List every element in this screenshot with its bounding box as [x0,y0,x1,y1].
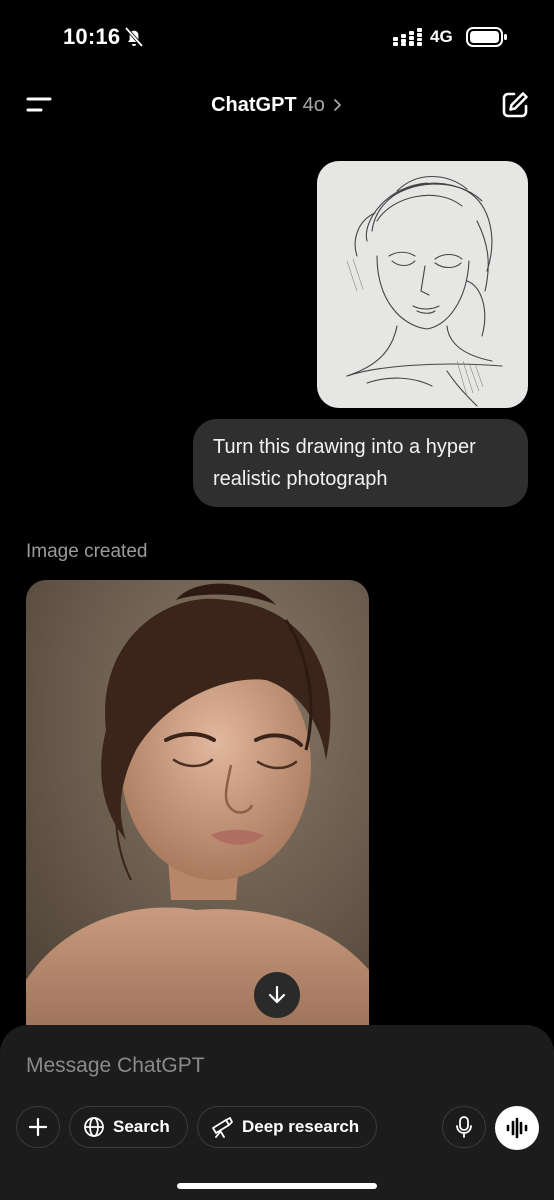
microphone-button[interactable] [442,1106,486,1148]
message-input[interactable] [26,1052,466,1080]
generated-photo[interactable] [26,580,369,1040]
model-selector[interactable]: ChatGPT 4o [0,88,554,122]
app-title: ChatGPT [211,93,297,116]
signal-icon [393,28,422,46]
edit-icon[interactable] [499,89,531,121]
user-message-bubble: Turn this drawing into a hyper realistic… [193,419,528,507]
model-name: 4o [302,93,325,116]
arrow-down-icon [268,985,286,1004]
chevron-right-icon [334,99,341,111]
deep-research-button[interactable]: Deep research [197,1106,377,1148]
battery-icon [466,27,507,47]
globe-icon [84,1117,104,1137]
add-attachment-button[interactable] [16,1106,60,1148]
image-created-label: Image created [26,541,148,562]
deep-research-label: Deep research [242,1117,360,1136]
status-time: 10:16 [63,24,121,49]
search-label: Search [113,1117,170,1136]
search-button[interactable]: Search [69,1106,188,1148]
microphone-icon [456,1116,472,1138]
voice-mode-button[interactable] [495,1106,539,1150]
telescope-icon [212,1117,233,1138]
network-type: 4G [430,27,453,46]
plus-icon [28,1117,48,1137]
attached-sketch-image[interactable] [317,161,528,408]
bell-off-icon [124,26,144,48]
download-button[interactable] [254,972,300,1018]
voice-waveform-icon [506,1117,528,1139]
home-indicator [177,1183,377,1189]
